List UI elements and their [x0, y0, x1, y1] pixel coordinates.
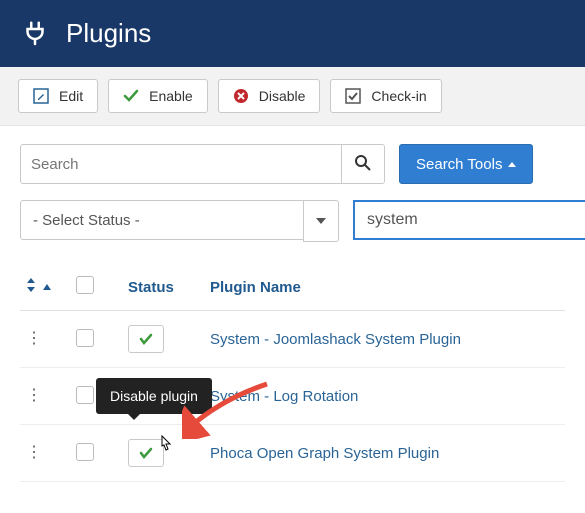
row-checkbox[interactable]: [76, 386, 94, 404]
table-row: ⋮ Phoca Open Graph System Plugin: [20, 425, 565, 482]
search-tools-button[interactable]: Search Tools: [399, 144, 533, 184]
disable-label: Disable: [259, 89, 306, 103]
enable-label: Enable: [149, 89, 193, 103]
caret-up-icon: [508, 162, 516, 167]
drag-handle-icon[interactable]: ⋮: [26, 445, 42, 461]
checkin-button[interactable]: Check-in: [330, 79, 441, 113]
enable-button[interactable]: Enable: [108, 79, 208, 113]
search-icon: [354, 154, 372, 172]
plugin-name-link[interactable]: Phoca Open Graph System Plugin: [210, 445, 439, 462]
check-icon: [123, 88, 139, 104]
status-toggle[interactable]: [128, 382, 164, 410]
search-input[interactable]: [20, 144, 341, 184]
status-select-label[interactable]: - Select Status -: [20, 200, 303, 240]
edit-icon: [33, 88, 49, 104]
page-title: Plugins: [66, 18, 151, 49]
sort-column-header[interactable]: [20, 264, 70, 311]
status-select-dropdown[interactable]: [303, 200, 339, 242]
action-toolbar: Edit Enable Disable Check-in: [0, 67, 585, 126]
select-all-header[interactable]: [70, 264, 122, 311]
status-header[interactable]: Status: [122, 264, 204, 311]
plugin-name-link[interactable]: System - Log Rotation: [210, 388, 358, 405]
plugin-name-link[interactable]: System - Joomlashack System Plugin: [210, 331, 461, 348]
plugin-name-header[interactable]: Plugin Name: [204, 264, 565, 311]
edit-button[interactable]: Edit: [18, 79, 98, 113]
row-checkbox[interactable]: [76, 443, 94, 461]
drag-handle-icon[interactable]: ⋮: [26, 331, 42, 347]
plugins-table: Status Plugin Name ⋮ System - Joomlashac…: [20, 264, 565, 482]
select-all-checkbox[interactable]: [76, 276, 94, 294]
edit-label: Edit: [59, 89, 83, 103]
disable-button[interactable]: Disable: [218, 79, 321, 113]
x-circle-icon: [233, 88, 249, 104]
checkin-label: Check-in: [371, 89, 426, 103]
status-toggle[interactable]: [128, 439, 164, 467]
title-bar: Plugins: [0, 0, 585, 67]
plug-icon: [20, 19, 50, 49]
filter-by-name-input[interactable]: [353, 200, 585, 240]
drag-handle-icon[interactable]: ⋮: [26, 388, 42, 404]
row-checkbox[interactable]: [76, 329, 94, 347]
table-row: ⋮ System - Joomlashack System Plugin: [20, 311, 565, 368]
search-submit-button[interactable]: [341, 144, 385, 184]
table-row: ⋮ System - Log Rotation: [20, 368, 565, 425]
content-area: Search Tools - Select Status - Status Pl…: [0, 126, 585, 482]
status-toggle[interactable]: [128, 325, 164, 353]
search-tools-label: Search Tools: [416, 156, 502, 173]
checkbox-icon: [345, 88, 361, 104]
caret-down-icon: [316, 218, 326, 224]
